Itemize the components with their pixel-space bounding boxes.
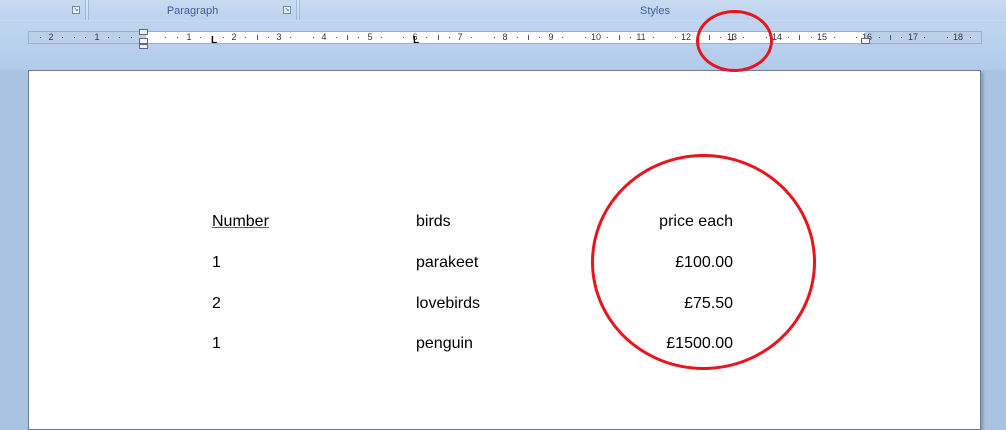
ruler-number: 5: [367, 32, 373, 42]
ruler-number: 1: [186, 32, 192, 42]
row-bird: parakeet: [416, 254, 479, 271]
horizontal-ruler[interactable]: 2 1 1 2 3 4 5 6 7 8 9 10 11 12 13 14 15 …: [28, 31, 982, 44]
ruler-number: 18: [952, 32, 964, 42]
ruler-number: 1: [94, 32, 100, 42]
ruler-number: 3: [276, 32, 282, 42]
row-number: 1: [212, 254, 221, 271]
ribbon-group-label-paragraph: Paragraph: [166, 5, 219, 17]
ribbon-group-styles: Styles: [299, 0, 1006, 20]
ruler-number: 8: [502, 32, 508, 42]
ruler-number: 10: [590, 32, 602, 42]
ruler-number: 12: [680, 32, 692, 42]
font-dialog-launcher-icon[interactable]: ↘: [72, 6, 80, 14]
ribbon-group-paragraph: Paragraph ↘: [88, 0, 297, 20]
ribbon-group-label-styles: Styles: [640, 5, 670, 17]
ruler-number: 7: [457, 32, 463, 42]
ruler-number: 2: [231, 32, 237, 42]
right-indent-marker[interactable]: [861, 38, 870, 44]
row-bird: lovebirds: [416, 295, 481, 312]
annotation-circle-ruler: [696, 10, 773, 72]
document-page[interactable]: Number birds price each 1 parakeet £100.…: [28, 70, 981, 430]
left-tab-stop[interactable]: L: [413, 36, 419, 46]
row-number: 1: [212, 335, 221, 352]
left-indent-marker[interactable]: [139, 44, 148, 49]
ribbon-group-strip: ↘ Paragraph ↘ Styles: [0, 0, 1006, 22]
ruler-number: 2: [48, 32, 54, 42]
ruler-number: 4: [321, 32, 327, 42]
first-line-indent-marker[interactable]: [139, 29, 148, 35]
header-birds: birds: [416, 213, 451, 230]
ruler-number: 9: [548, 32, 554, 42]
ribbon-group-font: ↘: [0, 0, 86, 20]
ruler-number: 17: [907, 32, 919, 42]
paragraph-dialog-launcher-icon[interactable]: ↘: [283, 6, 291, 14]
row-number: 2: [212, 295, 221, 312]
ruler-number: 11: [636, 32, 646, 42]
ruler-left-margin: [29, 32, 146, 43]
left-tab-stop[interactable]: L: [211, 36, 217, 46]
row-bird: penguin: [416, 335, 473, 352]
ruler-right-margin: [865, 32, 981, 43]
ruler-area: [0, 21, 1006, 70]
ruler-number: 15: [816, 32, 828, 42]
annotation-circle-prices: [591, 154, 816, 370]
header-number: Number: [212, 213, 269, 230]
ruler-number: 14: [771, 32, 783, 42]
